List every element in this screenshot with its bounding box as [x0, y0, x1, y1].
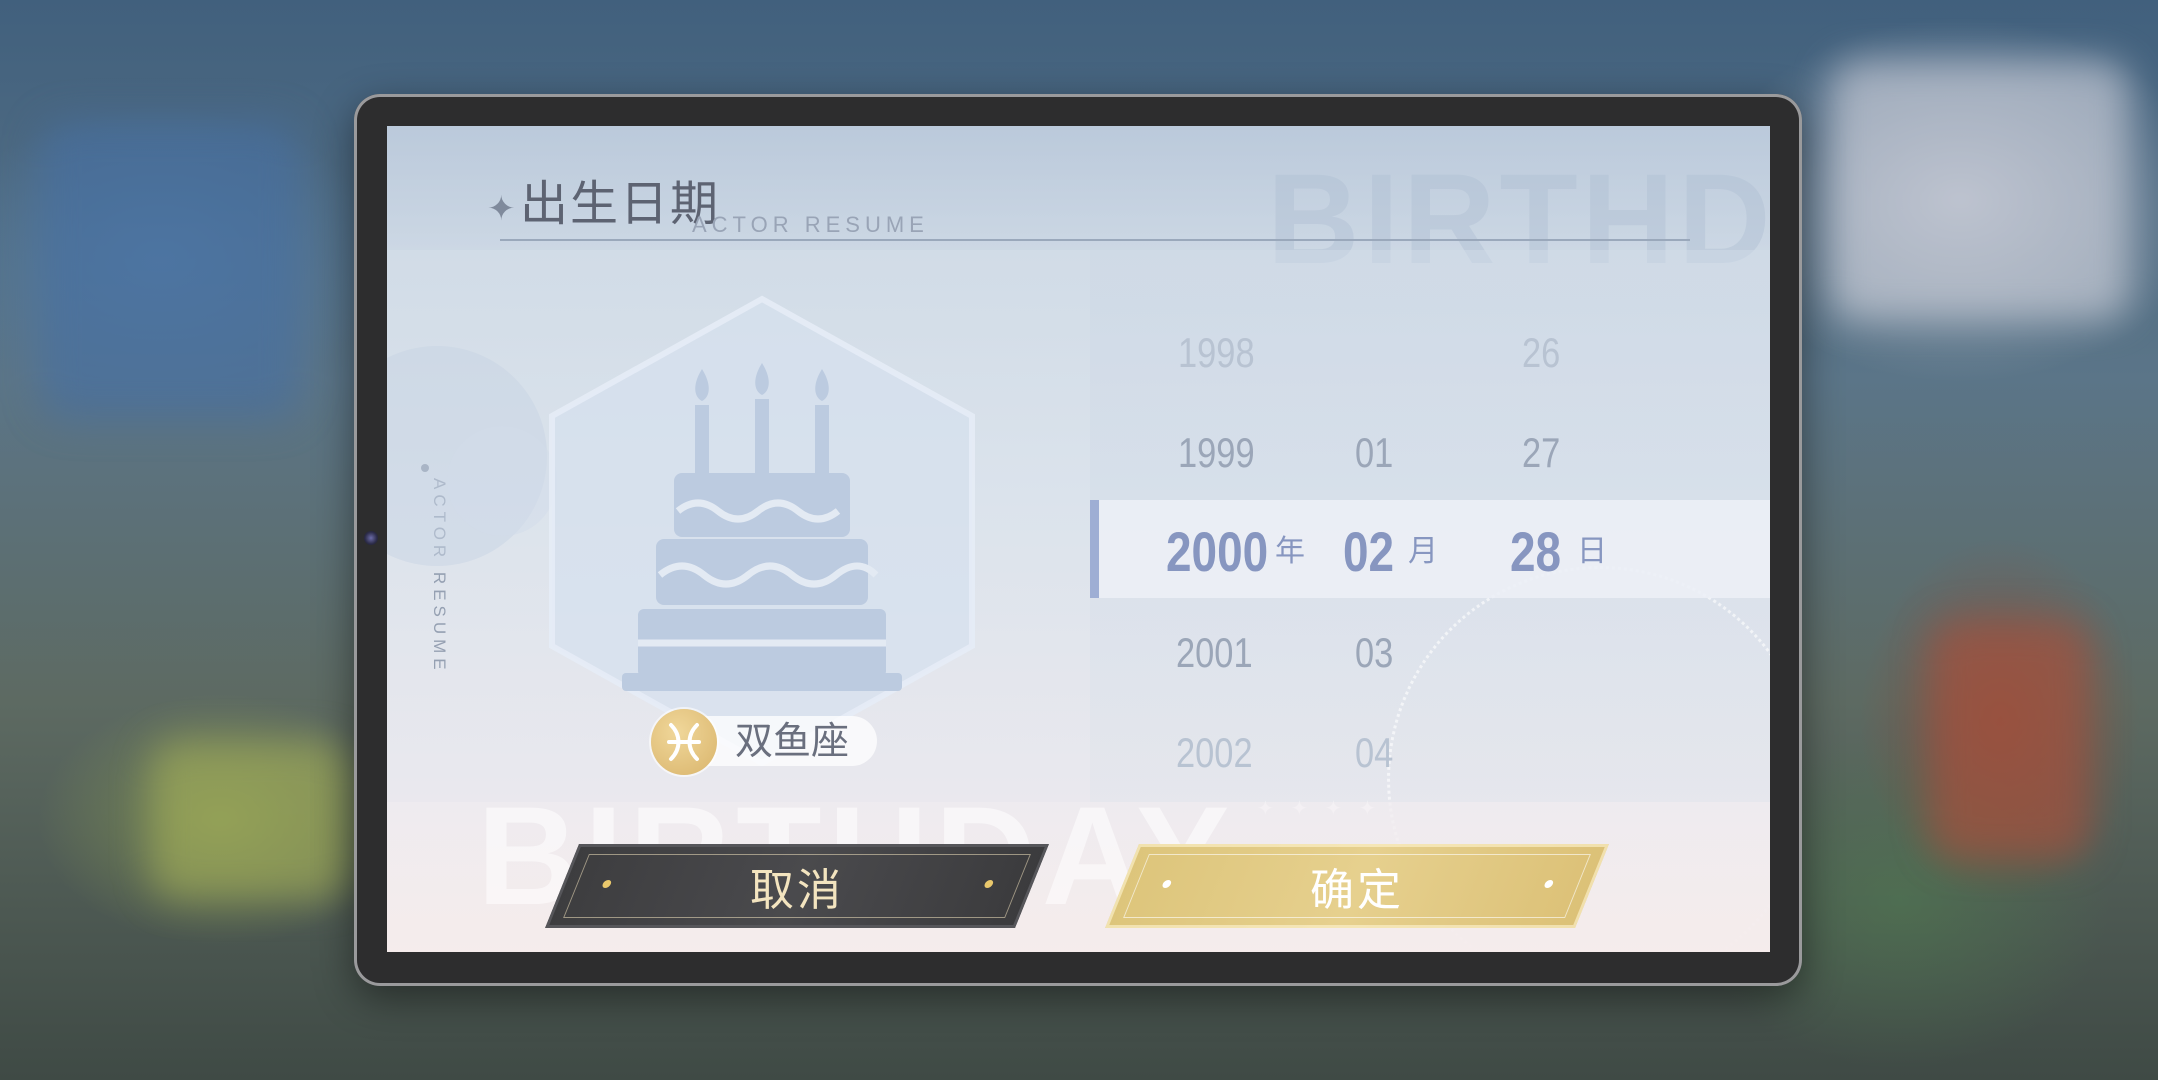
- game-scene-background: BIRTHDAY ✦ 出生日期 ACTOR RESUME ACTOR RESUM…: [0, 0, 2158, 1080]
- year-option[interactable]: 1998: [1178, 332, 1255, 374]
- year-option[interactable]: 2001: [1176, 632, 1253, 674]
- picker-selected-indicator: [1090, 500, 1099, 598]
- cancel-button[interactable]: 取消: [545, 844, 1049, 928]
- confirm-button[interactable]: 确定: [1105, 844, 1609, 928]
- decorative-circle: [447, 426, 557, 536]
- year-option[interactable]: 2002: [1176, 732, 1253, 774]
- star-icon: ✦: [487, 189, 516, 229]
- camera-icon: [364, 531, 378, 545]
- day-option[interactable]: 26: [1522, 332, 1560, 374]
- year-option[interactable]: 1999: [1178, 432, 1255, 474]
- background-blur-shape: [1830, 60, 2130, 320]
- birthday-cake-icon: [622, 363, 902, 691]
- background-blur-shape: [150, 740, 350, 900]
- zodiac-label: 双鱼座: [735, 719, 850, 763]
- month-selected[interactable]: 02: [1343, 524, 1394, 580]
- header-subtitle: ACTOR RESUME: [692, 212, 929, 237]
- month-option[interactable]: 04: [1355, 732, 1393, 774]
- background-blur-shape: [40, 120, 300, 420]
- month-unit-label: 月: [1408, 534, 1438, 569]
- day-option[interactable]: 27: [1522, 432, 1560, 474]
- year-unit-label: 年: [1275, 534, 1305, 569]
- background-blur-shape: [1930, 620, 2090, 860]
- day-selected[interactable]: 28: [1510, 524, 1561, 580]
- cancel-label: 取消: [750, 865, 844, 916]
- month-option[interactable]: 01: [1355, 432, 1393, 474]
- year-selected[interactable]: 2000: [1166, 524, 1268, 580]
- pisces-icon: [651, 709, 717, 775]
- day-unit-label: 日: [1577, 534, 1607, 569]
- month-option[interactable]: 03: [1355, 632, 1393, 674]
- birthday-dialog: BIRTHDAY ✦ 出生日期 ACTOR RESUME ACTOR RESUM…: [387, 126, 1770, 952]
- tablet-frame: BIRTHDAY ✦ 出生日期 ACTOR RESUME ACTOR RESUM…: [354, 94, 1802, 986]
- header-divider: [500, 239, 1690, 241]
- confirm-label: 确定: [1310, 865, 1404, 916]
- page-title: 出生日期: [520, 176, 721, 232]
